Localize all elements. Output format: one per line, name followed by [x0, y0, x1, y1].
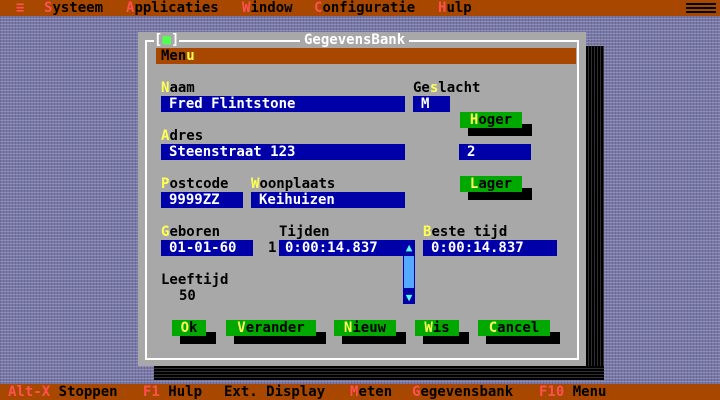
nieuw-label: ieuw: [352, 320, 387, 336]
status-alt-x-hotkey: Alt-X: [8, 384, 51, 400]
geslacht-field[interactable]: M: [413, 96, 450, 112]
menu-configuratie[interactable]: Configuratie: [314, 0, 415, 16]
window-menu-hotkey: u: [186, 48, 195, 64]
wis-button[interactable]: Wis: [415, 320, 459, 336]
status-f10-menu[interactable]: F10 Menu: [539, 384, 606, 400]
adres-label-text: dres: [169, 128, 204, 144]
status-alt-x-stoppen[interactable]: Alt-X Stoppen: [8, 384, 118, 400]
status-gegevensbank[interactable]: Gegevensbank: [412, 384, 513, 400]
geboren-field[interactable]: 01-01-60: [161, 240, 253, 256]
window-shadow-right: [586, 46, 604, 380]
close-bracket-right: ]: [170, 32, 180, 48]
cancel-button[interactable]: Cancel: [478, 320, 550, 336]
naam-field[interactable]: Fred Flintstone: [161, 96, 405, 112]
status-menu-label: Menu: [564, 384, 607, 400]
menu-systeem[interactable]: Systeem: [44, 0, 103, 16]
woonplaats-field[interactable]: Keihuizen: [251, 192, 405, 208]
verander-button[interactable]: Verander: [226, 320, 316, 336]
status-meten[interactable]: Meten: [350, 384, 392, 400]
hoger-button[interactable]: Hoger: [460, 112, 522, 128]
geslacht-label-pre: Ge: [413, 80, 430, 96]
menu-applicaties-label: pplicaties: [134, 0, 219, 16]
beste-tijd-label-text: este tijd: [431, 224, 508, 240]
leeftijd-value: 50: [179, 288, 196, 304]
geboren-label: Geboren: [161, 224, 220, 240]
geslacht-label-text: lacht: [438, 80, 481, 96]
status-f1-hotkey: F1: [143, 384, 160, 400]
tijden-index: 1: [268, 240, 277, 256]
tijden-scrollbar-thumb[interactable]: [404, 256, 414, 288]
cancel-label: ancel: [497, 320, 540, 336]
tijden-label: Tijden: [279, 224, 330, 240]
wis-hotkey: W: [424, 320, 433, 336]
status-bar: Alt-X Stoppen F1 Hulp Ext. Display Meten…: [0, 384, 720, 400]
verander-label: erander: [245, 320, 305, 336]
woonplaats-label-text: oonplaats: [259, 176, 336, 192]
geboren-label-text: eboren: [169, 224, 221, 240]
window-shadow-bottom: [154, 366, 604, 380]
lager-button[interactable]: Lager: [460, 176, 522, 192]
postcode-field[interactable]: 9999ZZ: [161, 192, 243, 208]
cancel-hotkey: C: [488, 320, 498, 336]
postcode-label: Postcode: [161, 176, 228, 192]
lager-label: ager: [478, 176, 513, 192]
menu-applicaties[interactable]: Applicaties: [126, 0, 219, 16]
menu-hulp-label: ulp: [446, 0, 472, 16]
beste-tijd-field[interactable]: 0:00:14.837: [423, 240, 557, 256]
ok-label: k: [189, 320, 198, 336]
menu-window-label: indow: [250, 0, 293, 16]
wis-label: is: [432, 320, 450, 336]
scroll-down-arrow-icon[interactable]: ▼: [403, 290, 415, 304]
woonplaats-label: Woonplaats: [251, 176, 335, 192]
menu-window[interactable]: Window: [242, 0, 293, 16]
verander-hotkey: V: [237, 320, 246, 336]
status-ext-display[interactable]: Ext. Display: [224, 384, 325, 400]
beste-tijd-label: Beste tijd: [423, 224, 507, 240]
status-gegevensbank-label: egevensbank: [420, 384, 514, 400]
close-icon: ■: [162, 32, 171, 48]
menu-hulp[interactable]: Hulp: [438, 0, 472, 16]
window-menu-label[interactable]: Menu: [161, 48, 195, 64]
window-title: GegevensBank: [300, 32, 410, 48]
hoger-label: oger: [478, 112, 513, 128]
geslacht-label: Geslacht: [413, 80, 480, 96]
window-menu-label-main: Men: [161, 48, 187, 64]
menu-configuratie-label: onfiguratie: [322, 0, 416, 16]
top-menu-bar: ≡ Systeem Applicaties Window Configurati…: [0, 0, 720, 16]
leeftijd-label: Leeftijd: [161, 272, 229, 288]
status-ext-display-label: Ext. Display: [224, 384, 326, 400]
status-f10-hotkey: F10: [539, 384, 565, 400]
adres-field[interactable]: Steenstraat 123: [161, 144, 405, 160]
window-menu-strip[interactable]: [156, 48, 576, 64]
window-close-button[interactable]: [■]: [154, 32, 180, 48]
status-hulp-label: Hulp: [159, 384, 203, 400]
record-counter-field[interactable]: 2: [459, 144, 531, 160]
scroll-up-arrow-icon[interactable]: ▲: [403, 240, 415, 254]
tijden-list-item[interactable]: 0:00:14.837: [279, 240, 403, 256]
adres-label: Adres: [161, 128, 203, 144]
status-meten-label: eten: [358, 384, 393, 400]
postcode-label-text: ostcode: [169, 176, 229, 192]
menu-systeem-label: ysteem: [52, 0, 104, 16]
ok-hotkey: O: [180, 320, 189, 336]
ok-button[interactable]: Ok: [172, 320, 206, 336]
nieuw-button[interactable]: Nieuw: [334, 320, 396, 336]
tray-indicator-icon: [686, 3, 716, 13]
status-stoppen-label: Stoppen: [50, 384, 118, 400]
naam-label-text: aam: [169, 80, 195, 96]
naam-label: Naam: [161, 80, 195, 96]
system-menu-icon[interactable]: ≡: [16, 0, 24, 16]
status-f1-hulp[interactable]: F1 Hulp: [143, 384, 202, 400]
